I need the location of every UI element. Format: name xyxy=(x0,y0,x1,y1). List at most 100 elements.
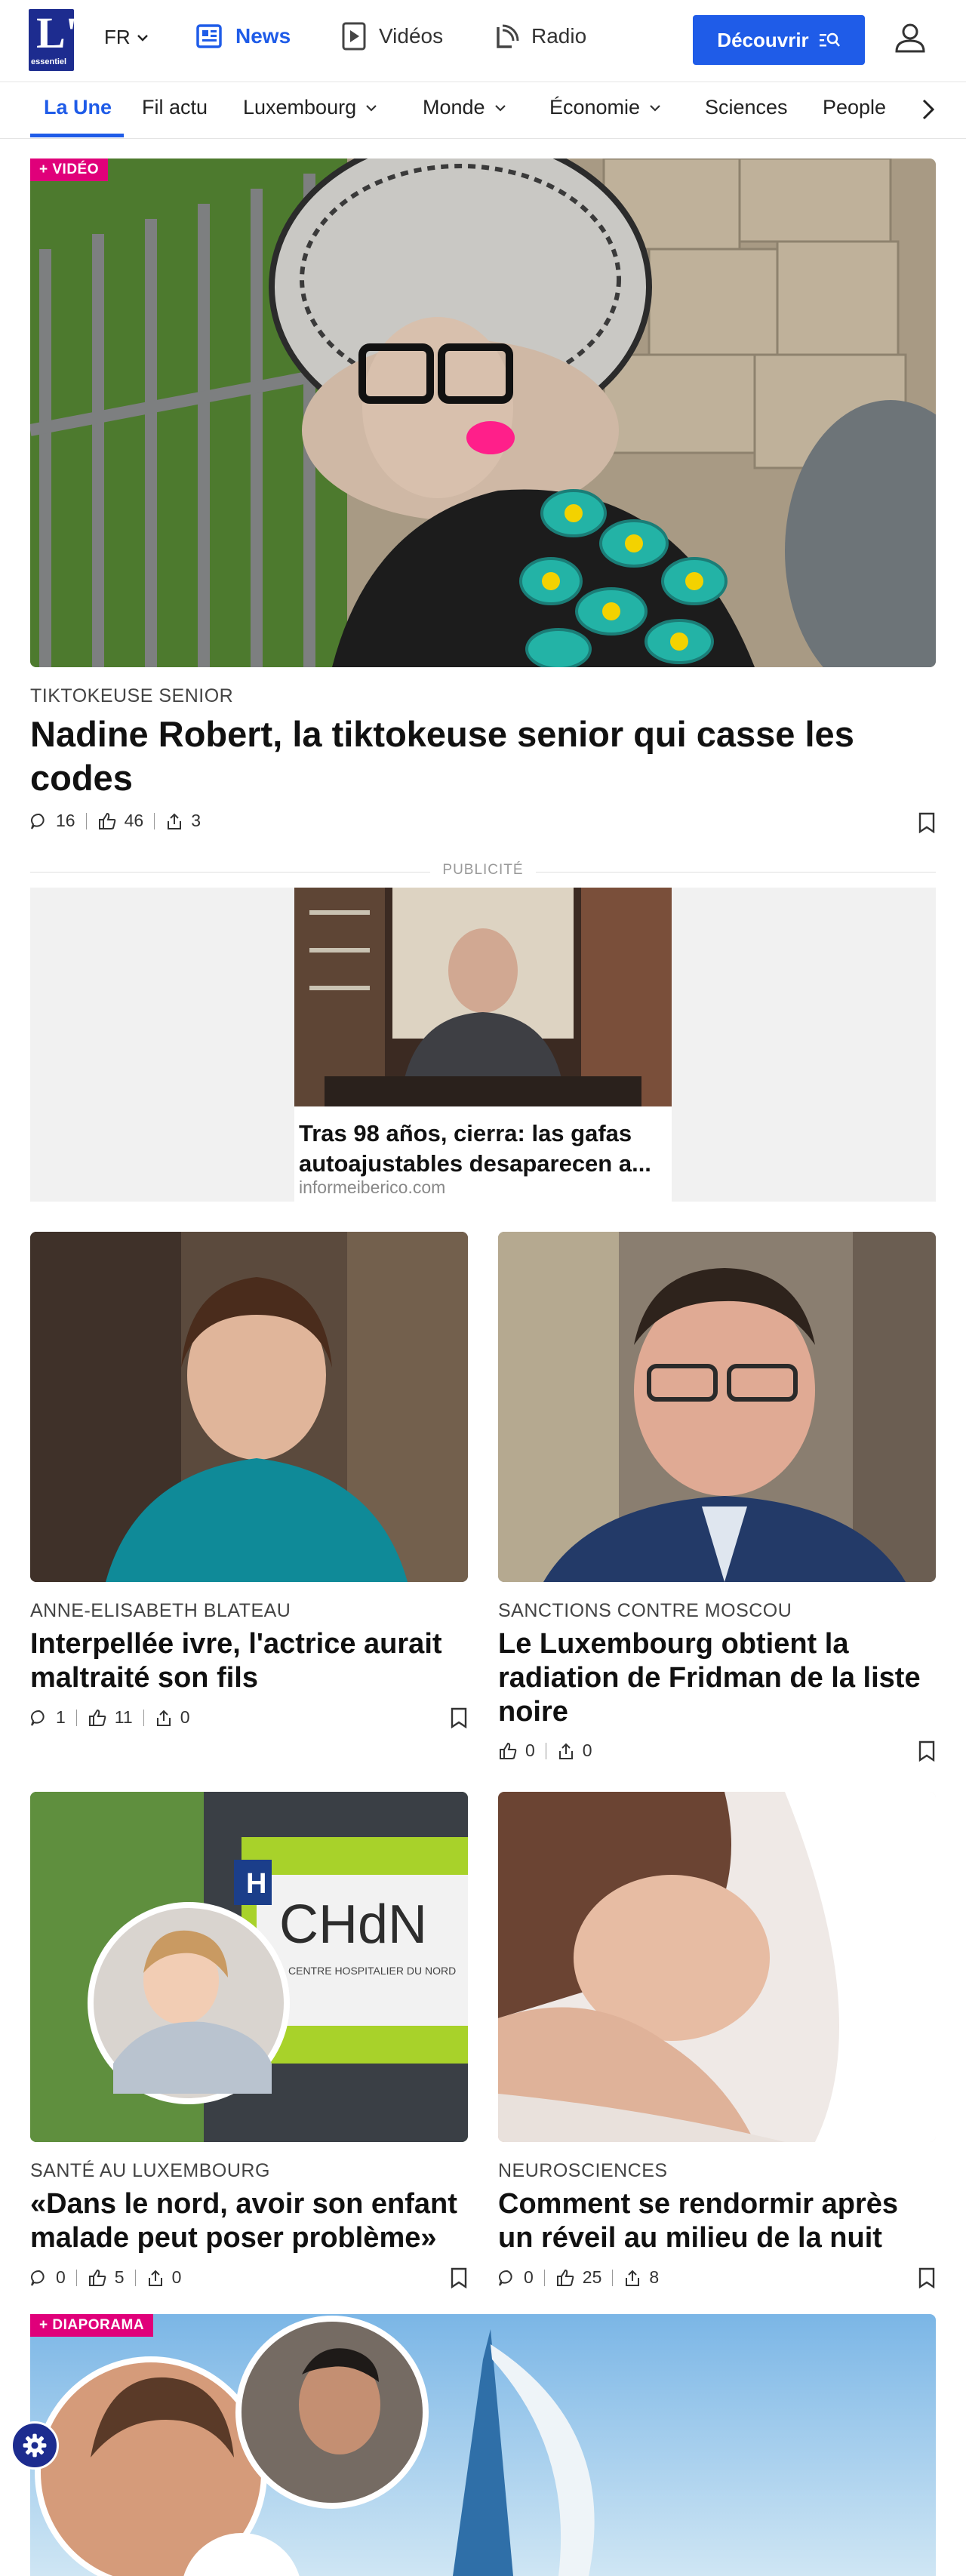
shares-value: 3 xyxy=(191,811,201,830)
discover-button[interactable]: Découvrir xyxy=(693,15,865,65)
tab-monde-label: Monde xyxy=(423,96,485,118)
thumbs-up-icon xyxy=(500,1742,517,1759)
article-title[interactable]: «Dans le nord, avoir son enfant malade p… xyxy=(30,2187,468,2255)
divider xyxy=(612,2269,614,2286)
likes-count[interactable]: 25 xyxy=(555,2267,601,2288)
bookmark-icon[interactable] xyxy=(450,1707,468,1728)
shares-value: 0 xyxy=(171,2267,182,2287)
nav-radio-label: Radio xyxy=(531,24,587,48)
settings-gear-icon[interactable] xyxy=(11,2421,59,2470)
thumbs-up-icon xyxy=(556,2269,574,2286)
likes-count[interactable]: 46 xyxy=(97,811,144,831)
comments-value: 1 xyxy=(56,1707,66,1727)
article-image[interactable] xyxy=(498,1792,936,2142)
likes-value: 5 xyxy=(114,2267,125,2287)
radio-icon xyxy=(497,24,519,48)
share-icon xyxy=(156,1710,171,1726)
comments-value: 0 xyxy=(56,2267,66,2287)
tab-sciences-label: Sciences xyxy=(705,96,788,118)
site-logo[interactable]: L' essentiel xyxy=(29,9,74,71)
sign-subtext: CENTRE HOSPITALIER DU NORD xyxy=(288,1965,456,1977)
article-image[interactable] xyxy=(30,1232,468,1582)
comments-count[interactable]: 0 xyxy=(498,2267,534,2288)
language-selector[interactable]: FR xyxy=(104,26,150,49)
shares-count[interactable]: 0 xyxy=(155,1707,190,1728)
hero-image[interactable] xyxy=(30,158,936,667)
article-stats: 0 5 0 xyxy=(30,2267,181,2288)
article-image[interactable]: H CHdN CENTRE HOSPITALIER DU NORD xyxy=(30,1792,468,2142)
bookmark-icon[interactable] xyxy=(918,2267,936,2288)
divider xyxy=(143,1709,144,1726)
user-account-icon[interactable] xyxy=(892,20,928,56)
article-title[interactable]: Comment se rendormir après un réveil au … xyxy=(498,2187,936,2255)
shares-count[interactable]: 0 xyxy=(146,2267,182,2288)
logo-letter: L' xyxy=(36,9,74,57)
chevron-right-icon[interactable] xyxy=(913,94,943,125)
news-icon xyxy=(196,24,222,48)
tab-people[interactable]: People xyxy=(823,96,886,119)
nav-radio[interactable]: Radio xyxy=(494,21,586,51)
article-title[interactable]: Le Luxembourg obtient la radiation de Fr… xyxy=(498,1627,936,1729)
article-kicker: SANTÉ AU LUXEMBOURG xyxy=(30,2160,270,2181)
active-tab-indicator xyxy=(30,134,124,137)
bookmark-icon[interactable] xyxy=(918,812,936,833)
article-title[interactable]: Interpellée ivre, l'actrice aurait maltr… xyxy=(30,1627,468,1695)
tab-economie[interactable]: Économie xyxy=(549,96,663,119)
thumbs-up-icon xyxy=(98,812,115,829)
tab-luxembourg-label: Luxembourg xyxy=(243,96,357,118)
shares-value: 0 xyxy=(180,1707,190,1727)
comments-count[interactable]: 0 xyxy=(30,2267,66,2288)
sign-text: CHdN xyxy=(279,1894,427,1955)
tab-sciences[interactable]: Sciences xyxy=(705,96,788,119)
hero-kicker: TIKTOKEUSE SENIOR xyxy=(30,685,234,706)
category-nav: La Une Fil actu Luxembourg Monde Économi… xyxy=(0,82,966,139)
comments-value: 0 xyxy=(524,2267,534,2287)
divider xyxy=(75,2269,77,2286)
bookmark-icon[interactable] xyxy=(918,1740,936,1762)
tab-la-une[interactable]: La Une xyxy=(44,96,112,119)
thumbs-up-icon xyxy=(88,2269,106,2286)
article-image[interactable] xyxy=(498,1232,936,1582)
tab-people-label: People xyxy=(823,96,887,118)
diaporama-image[interactable] xyxy=(30,2314,936,2576)
tab-luxembourg[interactable]: Luxembourg xyxy=(243,96,379,119)
likes-value: 11 xyxy=(114,1707,133,1727)
likes-value: 46 xyxy=(124,811,144,830)
divider xyxy=(543,2269,545,2286)
hero-photo xyxy=(30,158,936,667)
svg-text:H: H xyxy=(246,1868,266,1900)
video-tag: + VIDÉO xyxy=(30,158,108,181)
ad-card[interactable]: Tras 98 años, cierra: las gafas autoajus… xyxy=(294,888,672,1202)
nav-news[interactable]: News xyxy=(195,21,291,51)
diaporama-tag: + DIAPORAMA xyxy=(30,2314,154,2337)
tab-monde[interactable]: Monde xyxy=(423,96,508,119)
play-icon xyxy=(342,22,366,51)
comment-icon xyxy=(499,2270,512,2286)
chevron-down-icon xyxy=(494,104,506,112)
comments-count[interactable]: 1 xyxy=(30,1707,66,1728)
likes-count[interactable]: 5 xyxy=(88,2267,125,2288)
shares-value: 8 xyxy=(649,2267,660,2287)
shares-count[interactable]: 0 xyxy=(557,1740,592,1761)
bookmark-icon[interactable] xyxy=(450,2267,468,2288)
article-kicker: SANCTIONS CONTRE MOSCOU xyxy=(498,1600,792,1621)
tab-economie-label: Économie xyxy=(549,96,641,118)
chevron-down-icon xyxy=(366,104,377,112)
article-stats: 0 0 xyxy=(498,1740,592,1761)
shares-count[interactable]: 8 xyxy=(623,2267,659,2288)
hero-title[interactable]: Nadine Robert, la tiktokeuse senior qui … xyxy=(30,712,906,800)
likes-count[interactable]: 11 xyxy=(88,1707,133,1728)
likes-count[interactable]: 0 xyxy=(498,1740,535,1761)
article-stats: 0 25 8 xyxy=(498,2267,659,2288)
comments-count[interactable]: 16 xyxy=(30,811,75,831)
tab-fil-actu[interactable]: Fil actu xyxy=(142,96,208,119)
nav-videos[interactable]: Vidéos xyxy=(341,21,443,51)
thumbs-up-icon xyxy=(88,1709,106,1726)
comments-value: 16 xyxy=(56,811,75,830)
shares-count[interactable]: 3 xyxy=(165,811,201,831)
shares-value: 0 xyxy=(582,1740,592,1760)
comment-icon xyxy=(31,2270,45,2286)
chevron-down-icon xyxy=(137,34,148,42)
language-label: FR xyxy=(104,26,131,48)
share-icon xyxy=(168,813,182,829)
